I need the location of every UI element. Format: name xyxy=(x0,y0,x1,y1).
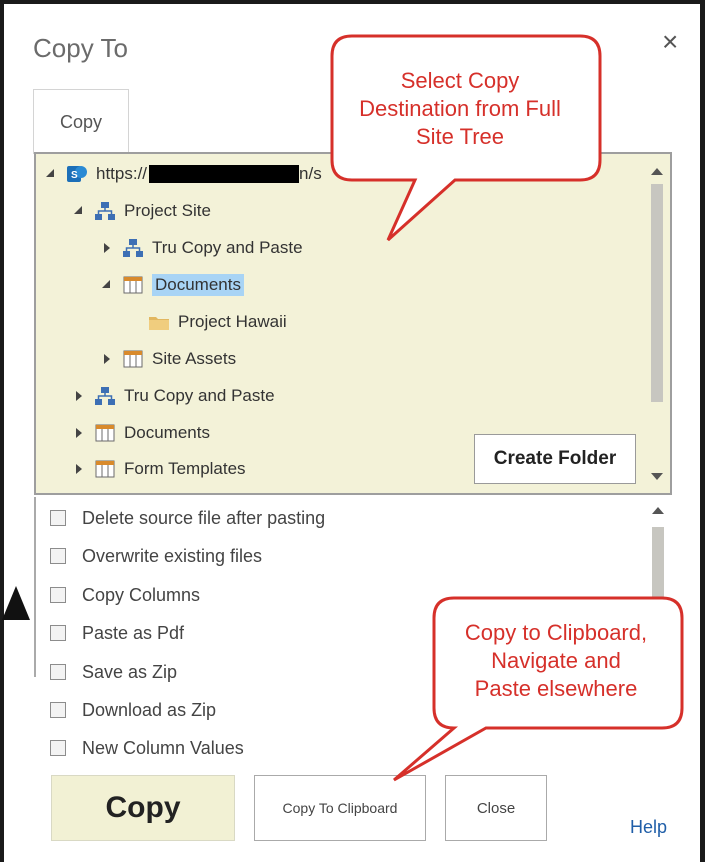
scroll-down-arrow-icon[interactable] xyxy=(651,473,663,480)
tree-item-subsite[interactable]: Tru Copy and Paste xyxy=(72,382,275,410)
checkbox[interactable] xyxy=(50,510,66,526)
tree-item-label: Tru Copy and Paste xyxy=(124,386,275,405)
collapsed-triangle-icon[interactable] xyxy=(72,389,86,403)
option-label: Delete source file after pasting xyxy=(82,507,326,528)
checkbox[interactable] xyxy=(50,587,66,603)
library-icon xyxy=(123,350,143,368)
option-copy-columns[interactable]: Copy Columns xyxy=(50,581,200,609)
collapsed-triangle-icon[interactable] xyxy=(72,426,86,440)
expanded-triangle-icon[interactable] xyxy=(100,278,114,292)
option-delete-source[interactable]: Delete source file after pasting xyxy=(50,504,325,532)
collapsed-triangle-icon[interactable] xyxy=(72,462,86,476)
folder-icon xyxy=(149,317,169,330)
tree-item-subsite[interactable]: Tru Copy and Paste xyxy=(100,234,303,262)
option-label: Overwrite existing files xyxy=(82,545,263,566)
callout-top-line-1: Select Copy xyxy=(401,68,520,93)
collapsed-triangle-icon[interactable] xyxy=(100,241,114,255)
expanded-triangle-icon[interactable] xyxy=(44,167,58,181)
copy-to-clipboard-button[interactable]: Copy To Clipboard xyxy=(254,775,426,841)
create-folder-button[interactable]: Create Folder xyxy=(474,434,636,484)
help-link[interactable]: Help xyxy=(630,817,667,838)
option-label: New Column Values xyxy=(82,737,244,758)
checkbox[interactable] xyxy=(50,664,66,680)
option-label: Download as Zip xyxy=(82,699,217,720)
tree-item-documents[interactable]: Documents xyxy=(72,419,210,447)
tree-item-project-site[interactable]: Project Site xyxy=(72,197,211,225)
library-icon xyxy=(123,276,143,294)
site-hierarchy-icon xyxy=(95,387,115,405)
library-icon xyxy=(95,424,115,442)
options-border xyxy=(34,497,36,677)
sharepoint-icon: S xyxy=(67,166,87,182)
close-icon[interactable]: × xyxy=(662,26,678,58)
collapsed-triangle-icon[interactable] xyxy=(100,352,114,366)
tree-item-label: Form Templates xyxy=(124,459,246,478)
callout-top-line-2: Destination from Full xyxy=(359,96,561,121)
checkbox[interactable] xyxy=(50,548,66,564)
scroll-thumb[interactable] xyxy=(652,527,664,617)
option-save-as-zip[interactable]: Save as Zip xyxy=(50,658,177,686)
tree-item-label: Project Hawaii xyxy=(178,312,287,331)
tree-item-site-assets[interactable]: Site Assets xyxy=(100,345,236,373)
root-url-suffix: n/s xyxy=(299,164,322,183)
site-hierarchy-icon xyxy=(95,202,115,220)
tree-item-label: Documents xyxy=(152,274,244,296)
tree-item-label: Site Assets xyxy=(152,349,237,368)
root-url-prefix: https:// xyxy=(96,164,148,183)
window-frame-right xyxy=(700,0,705,862)
options-scrollbar[interactable] xyxy=(648,497,668,617)
close-button[interactable]: Close xyxy=(445,775,547,841)
window-frame-left xyxy=(0,0,4,862)
scroll-thumb[interactable] xyxy=(651,184,663,402)
option-label: Paste as Pdf xyxy=(82,622,185,643)
tab-copy[interactable]: Copy xyxy=(33,89,129,154)
option-new-column-values[interactable]: New Column Values xyxy=(50,734,244,762)
expanded-triangle-icon[interactable] xyxy=(72,204,86,218)
copy-button[interactable]: Copy xyxy=(51,775,235,841)
callout-top-line-3: Site Tree xyxy=(416,124,504,149)
tab-copy-label: Copy xyxy=(59,112,103,132)
tree-item-label: Tru Copy and Paste xyxy=(152,238,303,257)
site-hierarchy-icon xyxy=(123,239,143,257)
option-label: Save as Zip xyxy=(82,661,178,682)
scroll-up-arrow-icon[interactable] xyxy=(652,507,664,514)
checkbox[interactable] xyxy=(50,740,66,756)
option-paste-as-pdf[interactable]: Paste as Pdf xyxy=(50,619,184,647)
dialog-title: Copy To xyxy=(33,33,128,63)
callout-bottom-line-3: Paste elsewhere xyxy=(475,676,638,701)
checkbox[interactable] xyxy=(50,625,66,641)
tree-item-documents-selected[interactable]: Documents xyxy=(100,271,244,299)
tree-item-label: Project Site xyxy=(124,201,211,220)
redacted-url xyxy=(149,165,300,183)
pointer-arrow-icon xyxy=(2,586,30,620)
option-label: Copy Columns xyxy=(82,584,201,605)
checkbox[interactable] xyxy=(50,702,66,718)
svg-text:S: S xyxy=(71,170,78,181)
scroll-up-arrow-icon[interactable] xyxy=(651,168,663,175)
tree-item-folder[interactable]: Project Hawaii xyxy=(148,308,287,336)
tree-item-label: Documents xyxy=(124,423,210,442)
window-frame-top xyxy=(0,0,705,4)
library-icon xyxy=(95,460,115,478)
option-overwrite[interactable]: Overwrite existing files xyxy=(50,542,262,570)
option-download-as-zip[interactable]: Download as Zip xyxy=(50,696,216,724)
tree-scrollbar[interactable] xyxy=(648,164,666,484)
tree-item-root[interactable]: S https:// n/s xyxy=(44,160,322,188)
tree-item-form-templates[interactable]: Form Templates xyxy=(72,455,246,483)
